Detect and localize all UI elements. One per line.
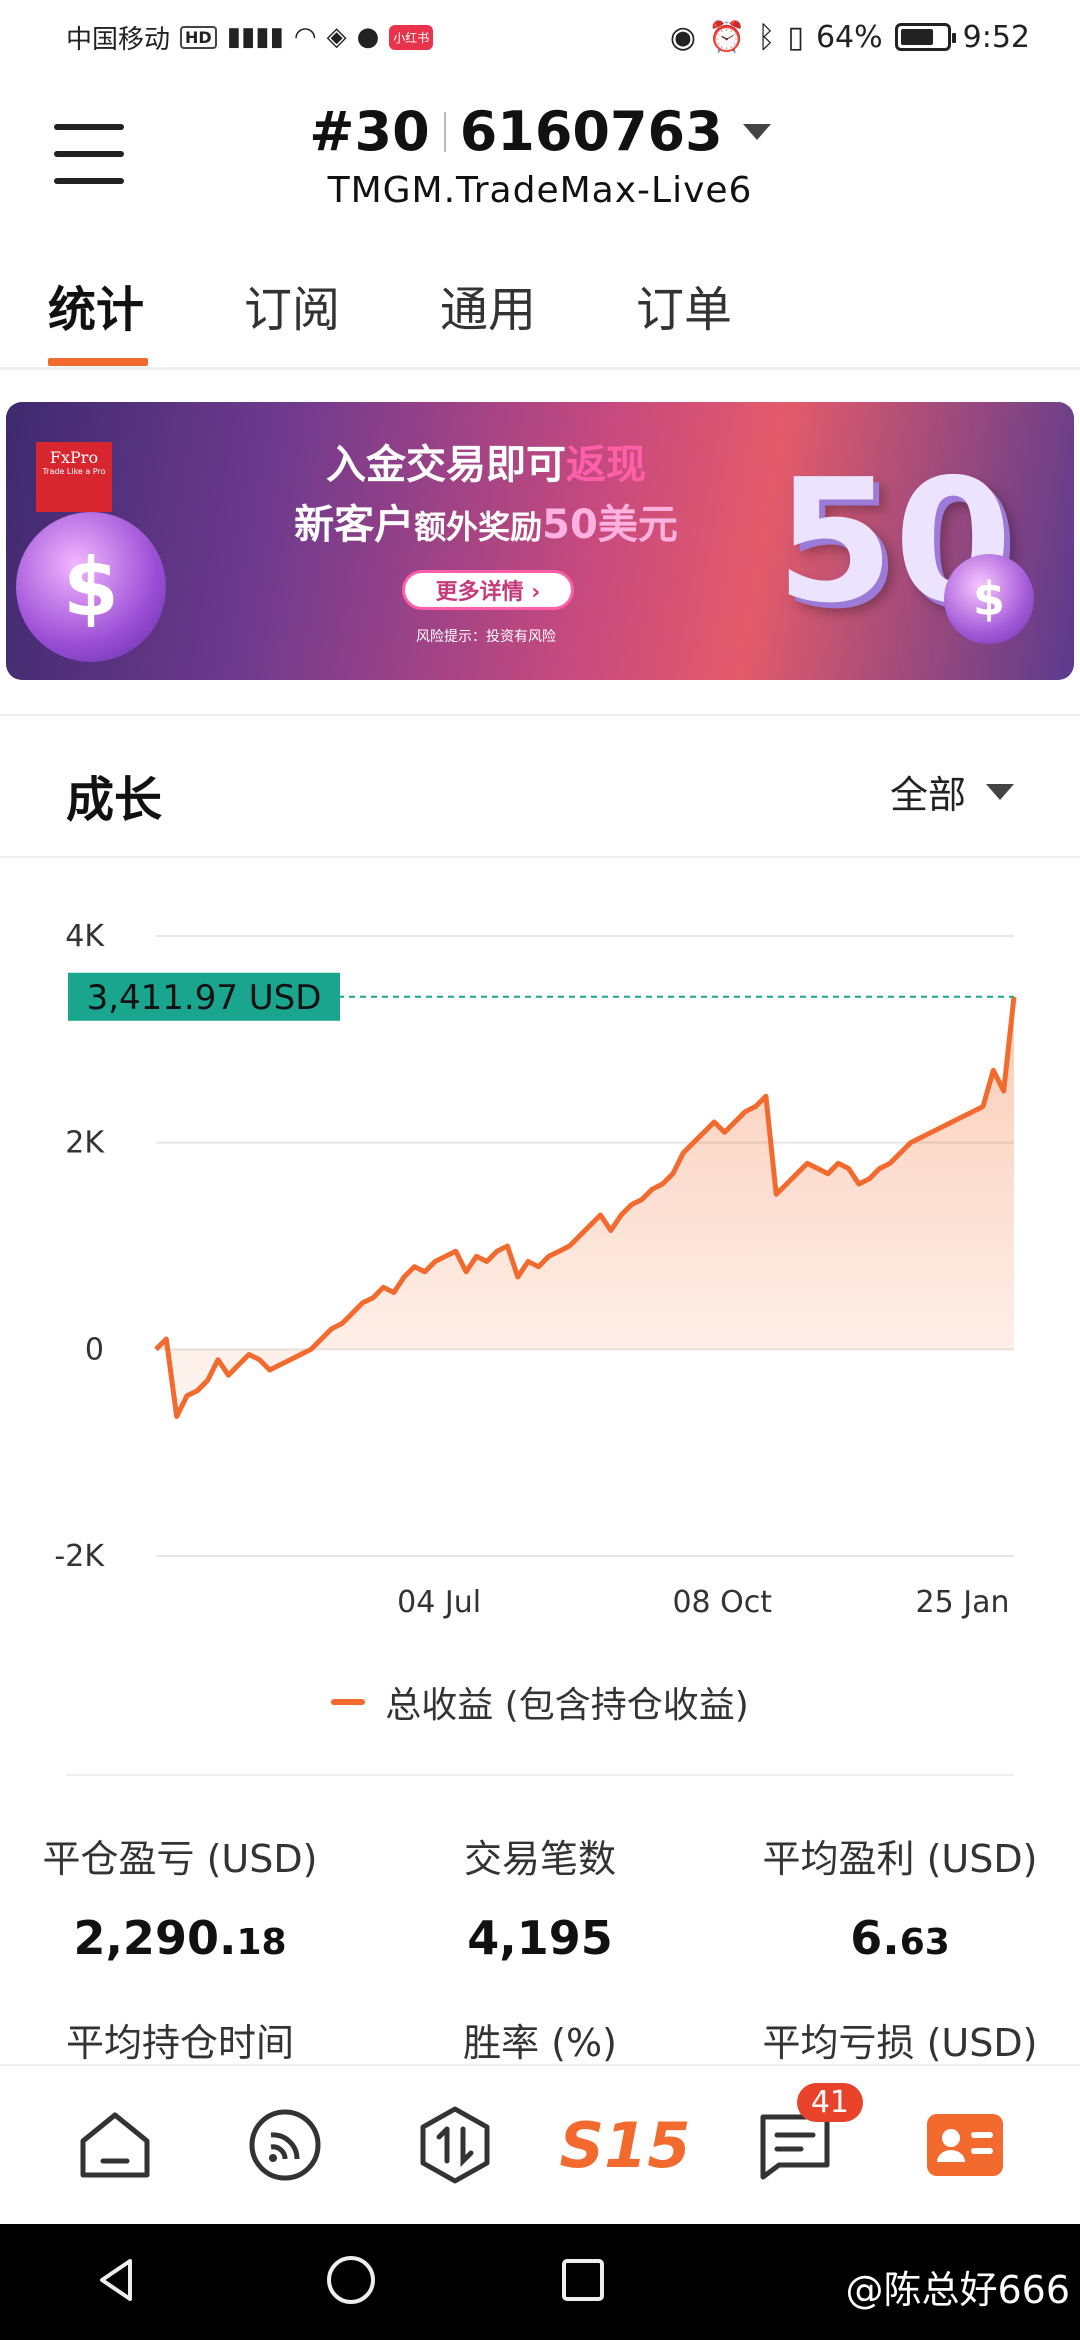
- tab-orders[interactable]: 订单: [636, 270, 732, 340]
- stat-win-rate: 胜率 (%): [463, 2021, 617, 2065]
- eye-icon: ◉: [669, 19, 697, 55]
- dollar-coin-icon: $: [944, 554, 1034, 644]
- account-rank: #30: [309, 100, 430, 163]
- chevron-down-icon: [986, 783, 1014, 800]
- tab-general[interactable]: 通用: [440, 270, 536, 340]
- tab-statistics[interactable]: 统计: [48, 270, 144, 340]
- chart-svg: 4K 2K 0 -2K 04 Jul 08 Oct 25 Jan 3,411.97 USD: [54, 919, 1017, 1620]
- account-selector[interactable]: #30 6160763: [0, 100, 1080, 163]
- signal-icon: ▮▮▮▮: [226, 22, 284, 52]
- stat-closed-pnl: 平仓盈亏 (USD) 2,290.18: [42, 1837, 318, 1965]
- battery-icon: [894, 23, 956, 51]
- divider: [66, 1774, 1014, 1776]
- bluetooth-icon: ᛒ: [757, 19, 776, 55]
- battery-percent: 64%: [815, 19, 883, 55]
- back-icon[interactable]: [92, 2255, 142, 2309]
- active-tab-indicator: [48, 358, 148, 366]
- status-bar: 中国移动 HD ▮▮▮▮ ◠ ◈ ● 小红书 ◉ ⏰ ᛒ ▯ 64% 9:52: [0, 0, 1080, 74]
- section-title: 成长: [66, 772, 163, 828]
- vibrate-icon: ▯: [787, 19, 804, 55]
- chart-legend[interactable]: 总收益 (包含持仓收益): [0, 1676, 1080, 1728]
- server-name: TMGM.TradeMax-Live6: [327, 170, 753, 211]
- carrier-label: 中国移动: [66, 24, 171, 55]
- divider: [443, 111, 446, 152]
- messages-icon[interactable]: 41: [735, 2083, 863, 2195]
- x-tick-label: 04 Jul: [397, 1585, 481, 1620]
- x-tick-label: 25 Jan: [916, 1585, 1010, 1620]
- series-area: [156, 996, 1014, 1417]
- clock: 9:52: [962, 19, 1030, 55]
- watermark: @陈总好666: [845, 2268, 1070, 2312]
- chevron-down-icon: [742, 123, 771, 140]
- y-tick-label: 4K: [65, 919, 105, 954]
- xiaohongshu-badge: 小红书: [389, 24, 434, 50]
- x-tick-label: 08 Oct: [672, 1585, 772, 1620]
- home-icon[interactable]: [55, 2095, 175, 2195]
- messages-badge: 41: [796, 2083, 863, 2122]
- stat-avg-profit: 平均盈利 (USD) 6.63: [762, 1837, 1038, 1965]
- more-details-button[interactable]: 更多详情 ›: [402, 570, 574, 610]
- legend-swatch: [331, 1699, 366, 1705]
- hd-badge: HD: [180, 25, 217, 49]
- app-notification-icon: ●: [356, 22, 380, 52]
- tab-bar: 统计 订阅 通用 订单: [0, 270, 1080, 370]
- alarm-icon: ⏰: [708, 19, 746, 55]
- stat-trade-count: 交易笔数 4,195: [463, 1837, 616, 1965]
- stat-avg-hold-time: 平均持仓时间: [65, 2021, 294, 2065]
- current-value-label: 3,411.97 USD: [87, 978, 322, 1018]
- profile-card-icon[interactable]: [905, 2095, 1025, 2195]
- tab-subscribe[interactable]: 订阅: [244, 270, 340, 340]
- trade-icon[interactable]: [395, 2095, 515, 2195]
- s15-tab[interactable]: S15: [560, 2095, 691, 2195]
- account-id: 6160763: [459, 100, 723, 163]
- divider: [0, 856, 1080, 858]
- wifi-icon: ◠: [293, 22, 317, 52]
- promo-banner[interactable]: FxPro Trade Like a Pro $ 入金交易即可返现 新客户额外奖…: [6, 402, 1074, 680]
- system-nav-bar: @陈总好666: [0, 2224, 1080, 2340]
- range-dropdown[interactable]: 全部: [890, 764, 1014, 819]
- legend-label: 总收益 (包含持仓收益): [385, 1685, 749, 1726]
- y-tick-label: 0: [85, 1332, 104, 1367]
- nfc-icon: ◈: [326, 22, 347, 52]
- growth-chart[interactable]: 4K 2K 0 -2K 04 Jul 08 Oct 25 Jan 3,411.97 USD: [0, 900, 1080, 1630]
- y-tick-label: -2K: [54, 1539, 105, 1574]
- y-tick-label: 2K: [65, 1126, 105, 1161]
- divider: [0, 714, 1080, 716]
- stat-avg-loss: 平均亏损 (USD): [762, 2021, 1038, 2065]
- home-circle-icon[interactable]: [325, 2254, 377, 2310]
- header: #30 6160763 TMGM.TradeMax-Live6: [0, 90, 1080, 230]
- signal-feed-icon[interactable]: [225, 2095, 345, 2195]
- recents-icon[interactable]: [560, 2257, 606, 2307]
- bottom-nav: S15 41: [0, 2064, 1080, 2224]
